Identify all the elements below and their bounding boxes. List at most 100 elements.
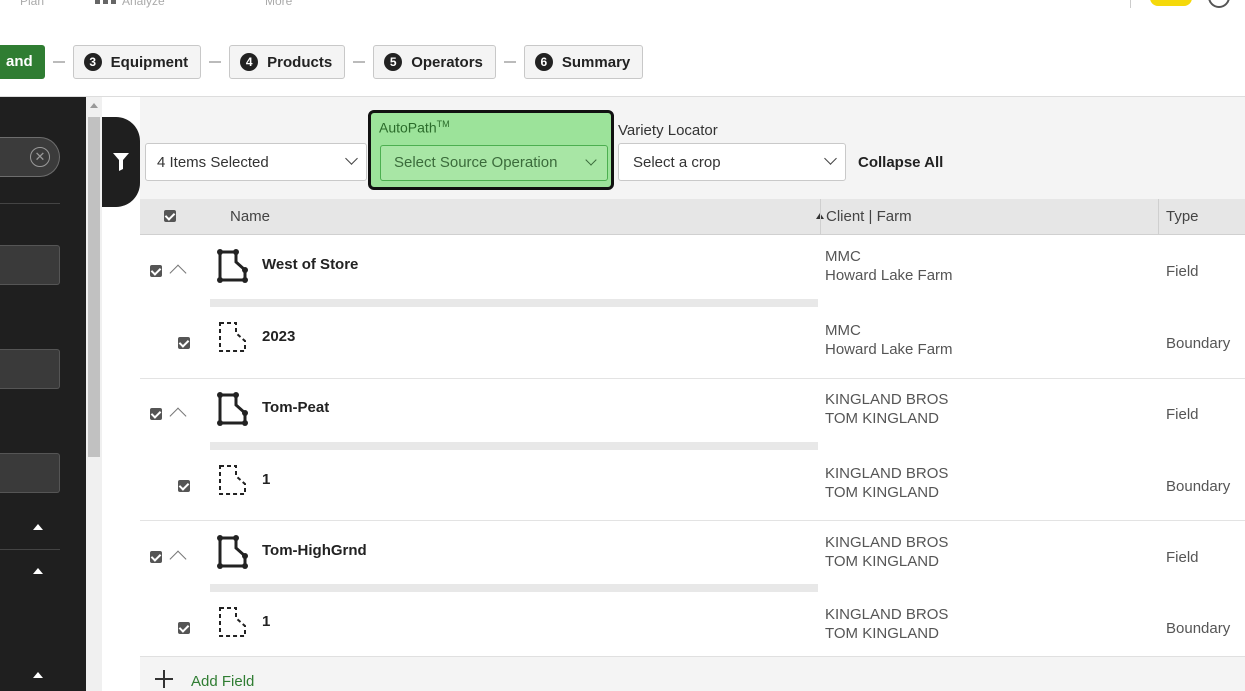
collapse-row-icon[interactable] <box>169 264 187 282</box>
top-nav: Plan Analyze More <box>0 0 1245 8</box>
boundary-icon <box>219 322 246 352</box>
analyze-grid-icon <box>95 0 117 6</box>
boundary-icon <box>219 465 246 495</box>
row-underbar <box>210 442 818 450</box>
nav-item-more[interactable]: More <box>265 0 292 8</box>
row-client-farm: KINGLAND BROS TOM KINGLAND <box>825 534 949 570</box>
variety-locator-label: Variety Locator <box>618 122 718 139</box>
filter-icon <box>113 153 129 171</box>
sidebar-divider <box>0 203 60 204</box>
step-summary[interactable]: 6 Summary <box>523 45 644 79</box>
row-type: Field <box>1166 263 1199 280</box>
row-type: Boundary <box>1166 478 1231 495</box>
sidebar-field[interactable] <box>0 453 60 493</box>
autopath-source-dropdown[interactable]: Select Source Operation <box>380 145 608 181</box>
table-header: Name Client | Farm Type <box>140 199 1245 235</box>
table-row[interactable]: 2023 MMC Howard Lake Farm Boundary <box>140 307 1245 379</box>
collapse-caret-icon[interactable] <box>33 568 43 574</box>
step-number: 3 <box>83 53 102 71</box>
sidebar-field[interactable] <box>0 245 60 285</box>
add-field-button[interactable]: Add Field <box>191 673 254 690</box>
row-name: 1 <box>262 613 271 630</box>
step-products[interactable]: 4 Products <box>229 45 346 79</box>
row-type: Boundary <box>1166 335 1231 352</box>
row-name: Tom-Peat <box>262 399 330 416</box>
collapse-caret-icon[interactable] <box>33 672 43 678</box>
items-selected-label: 4 Items Selected <box>157 153 269 171</box>
step-active[interactable]: and <box>0 45 45 79</box>
help-icon[interactable] <box>1208 0 1230 8</box>
row-checkbox[interactable] <box>150 408 162 420</box>
step-number: 5 <box>384 53 403 71</box>
header-divider <box>820 199 821 235</box>
collapse-all-button[interactable]: Collapse All <box>858 154 943 171</box>
nav-item-plan[interactable]: Plan <box>20 0 44 8</box>
collapse-caret-icon[interactable] <box>33 524 43 530</box>
step-number: 4 <box>240 53 259 71</box>
chevron-down-icon <box>345 152 358 165</box>
table-row[interactable]: West of Store MMC Howard Lake Farm Field <box>140 236 1245 307</box>
row-client-farm: KINGLAND BROS TOM KINGLAND <box>825 391 949 427</box>
row-checkbox[interactable] <box>178 337 190 349</box>
plus-icon[interactable] <box>155 670 173 688</box>
step-connector <box>503 61 516 63</box>
step-label: Operators <box>411 53 483 71</box>
row-type: Field <box>1166 406 1199 423</box>
row-checkbox[interactable] <box>178 622 190 634</box>
sidebar-scrollbar[interactable] <box>86 97 102 691</box>
table-row[interactable]: Tom-Peat KINGLAND BROS TOM KINGLAND Field <box>140 379 1245 450</box>
row-client-farm: KINGLAND BROS TOM KINGLAND <box>825 465 949 501</box>
row-checkbox[interactable] <box>150 265 162 277</box>
filter-button[interactable] <box>102 117 140 207</box>
header-name[interactable]: Name <box>230 208 270 225</box>
left-sidebar: ✕ <box>0 97 86 691</box>
chevron-down-icon <box>824 152 837 165</box>
table-row[interactable]: 1 KINGLAND BROS TOM KINGLAND Boundary <box>140 592 1245 656</box>
select-all-checkbox[interactable] <box>164 210 176 222</box>
step-label: Summary <box>561 53 631 71</box>
step-connector <box>52 61 65 63</box>
row-checkbox[interactable] <box>150 551 162 563</box>
top-strip <box>0 8 1245 18</box>
step-label: Equipment <box>110 53 189 71</box>
row-checkbox[interactable] <box>178 480 190 492</box>
step-connector <box>209 61 222 63</box>
field-boundary-icon <box>217 392 248 426</box>
notification-badge[interactable] <box>1150 0 1192 6</box>
sidebar-search[interactable]: ✕ <box>0 137 60 177</box>
header-client-farm[interactable]: Client | Farm <box>826 208 912 225</box>
nav-item-analyze[interactable]: Analyze <box>122 0 165 8</box>
nav-divider <box>1130 0 1131 8</box>
row-underbar <box>210 299 818 307</box>
step-operators[interactable]: 5 Operators <box>373 45 496 79</box>
sidebar-field[interactable] <box>0 349 60 389</box>
row-client-farm: MMC Howard Lake Farm <box>825 248 953 284</box>
header-divider <box>1158 199 1159 235</box>
row-underbar <box>210 584 818 592</box>
items-selected-dropdown[interactable]: 4 Items Selected <box>145 143 367 181</box>
step-number: 6 <box>534 53 553 71</box>
table-row[interactable]: 1 KINGLAND BROS TOM KINGLAND Boundary <box>140 450 1245 521</box>
step-equipment[interactable]: 3 Equipment <box>72 45 202 79</box>
row-name: 1 <box>262 471 271 488</box>
collapse-row-icon[interactable] <box>169 407 187 425</box>
row-name: 2023 <box>262 328 296 345</box>
collapse-row-icon[interactable] <box>169 550 187 568</box>
row-type: Field <box>1166 549 1199 566</box>
scrollbar-thumb[interactable] <box>88 117 100 457</box>
step-connector <box>353 61 366 63</box>
table-row[interactable]: Tom-HighGrnd KINGLAND BROS TOM KINGLAND F… <box>140 521 1245 592</box>
add-field-row[interactable]: Add Field <box>140 656 1245 691</box>
scroll-up-icon[interactable] <box>90 103 98 108</box>
clear-icon[interactable]: ✕ <box>30 147 50 167</box>
autopath-highlight: AutoPathTM Select Source Operation <box>368 110 614 190</box>
variety-crop-dropdown[interactable]: Select a crop <box>618 143 846 181</box>
row-client-farm: KINGLAND BROS TOM KINGLAND <box>825 606 949 642</box>
app-root: Plan Analyze More and 3 Equipment 4 Prod… <box>0 0 1245 691</box>
row-type: Boundary <box>1166 620 1231 637</box>
variety-placeholder: Select a crop <box>633 153 721 171</box>
row-client-farm: MMC Howard Lake Farm <box>825 322 953 358</box>
row-name: West of Store <box>262 256 359 273</box>
header-type[interactable]: Type <box>1166 208 1199 225</box>
wizard-steps: and 3 Equipment 4 Products 5 Operators 6… <box>0 44 644 80</box>
